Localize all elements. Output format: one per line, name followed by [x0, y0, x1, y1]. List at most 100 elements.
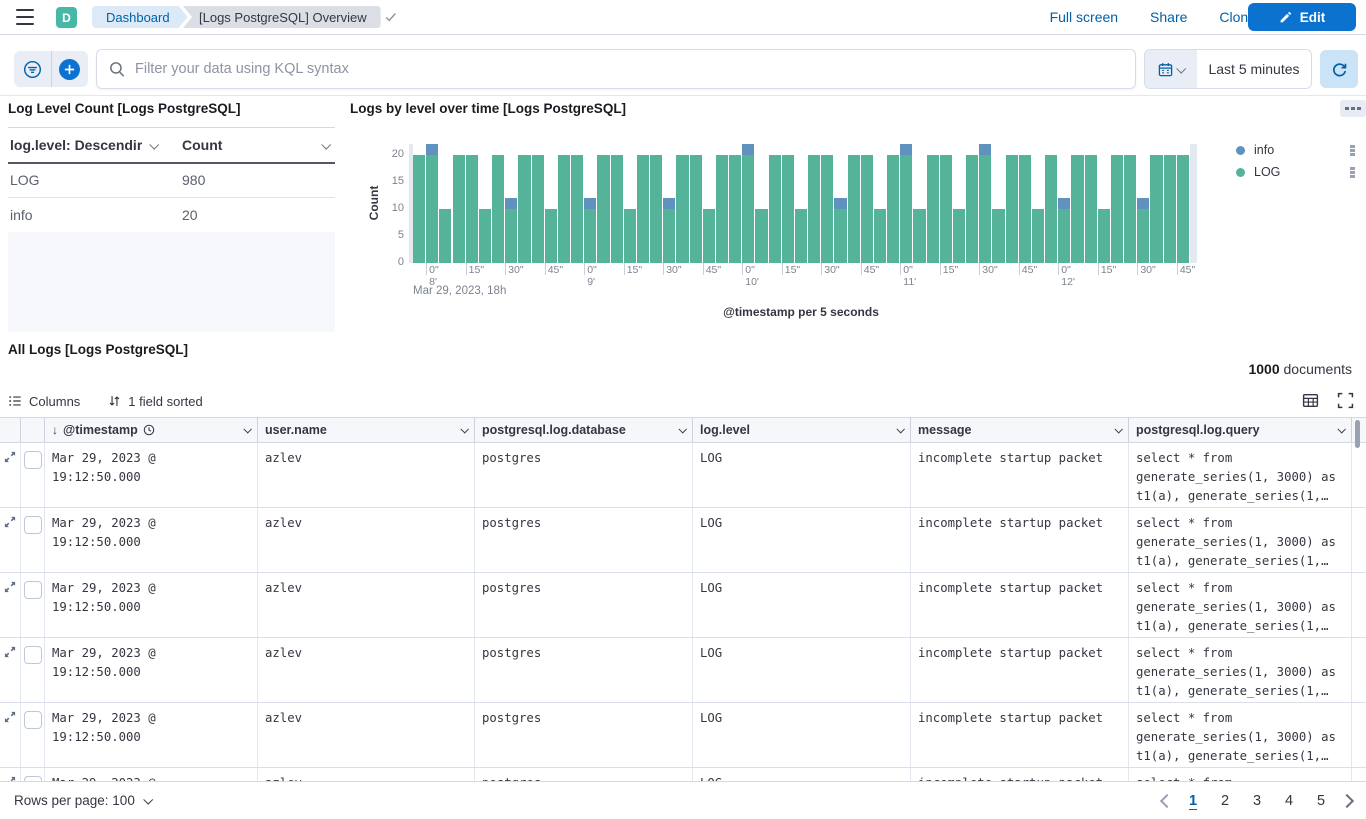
grid-cell[interactable]: Mar 29, 2023 @ 19:12:50.000 — [45, 703, 258, 767]
time-range-value[interactable]: Last 5 minutes — [1197, 50, 1311, 88]
bar-log[interactable] — [1058, 209, 1070, 263]
share-link[interactable]: Share — [1150, 9, 1187, 25]
bar-log[interactable] — [874, 209, 886, 263]
bar-log[interactable] — [611, 155, 623, 263]
grid-column-header-postgresqllogdatabase[interactable]: postgresql.log.database — [475, 418, 693, 442]
count-column-header[interactable]: Count — [182, 137, 335, 153]
space-avatar[interactable]: D — [56, 7, 77, 28]
bar-log[interactable] — [992, 209, 1004, 263]
bar-info[interactable] — [505, 198, 517, 209]
bar-log[interactable] — [624, 209, 636, 263]
field-sorted-button[interactable]: 1 field sorted — [108, 394, 202, 409]
grid-cell[interactable]: Mar 29, 2023 @ 19:12:50.000 — [45, 638, 258, 702]
grid-scrollbar[interactable] — [1355, 420, 1360, 448]
bar-info[interactable] — [426, 144, 438, 155]
grid-cell[interactable]: select * from generate_series(1, 3000) a… — [1129, 638, 1352, 702]
grid-cell[interactable]: select * from generate_series(1, 3000) a… — [1129, 573, 1352, 637]
bar-info[interactable] — [1137, 198, 1149, 209]
bar-log[interactable] — [1177, 155, 1189, 263]
legend-item-menu-icon[interactable] — [1350, 145, 1355, 156]
rows-per-page-button[interactable]: Rows per page: 100 — [14, 793, 151, 808]
bar-info[interactable] — [900, 144, 912, 155]
row-checkbox[interactable] — [24, 516, 42, 534]
grid-column-header-timestamp[interactable]: ↓@timestamp — [45, 418, 258, 442]
page-number-5[interactable]: 5 — [1310, 789, 1332, 813]
grid-cell[interactable]: LOG — [693, 638, 911, 702]
bar-info[interactable] — [979, 144, 991, 155]
expand-row-icon[interactable] — [4, 451, 16, 463]
grid-cell[interactable]: incomplete startup packet — [911, 768, 1129, 781]
bar-log[interactable] — [1164, 155, 1176, 263]
page-number-4[interactable]: 4 — [1278, 789, 1300, 813]
grid-cell[interactable]: incomplete startup packet — [911, 508, 1129, 572]
edit-button[interactable]: Edit — [1248, 3, 1356, 31]
bar-log[interactable] — [571, 155, 583, 263]
bar-log[interactable] — [413, 155, 425, 263]
grid-cell[interactable]: LOG — [693, 573, 911, 637]
saved-filters-button[interactable] — [14, 51, 51, 87]
expand-row-icon[interactable] — [4, 646, 16, 658]
breadcrumb-current[interactable]: [Logs PostgreSQL] Overview — [183, 6, 381, 28]
grid-cell[interactable]: incomplete startup packet — [911, 573, 1129, 637]
grid-cell[interactable]: Mar 29, 2023 @ 19:12:50.000 — [45, 508, 258, 572]
grid-cell[interactable]: select * from generate_series(1, 3000) a… — [1129, 768, 1352, 781]
add-filter-button[interactable] — [51, 51, 89, 87]
bar-log[interactable] — [966, 155, 978, 263]
row-checkbox[interactable] — [24, 581, 42, 599]
bar-log[interactable] — [900, 155, 912, 263]
bar-log[interactable] — [439, 209, 451, 263]
bar-log[interactable] — [426, 155, 438, 263]
page-number-2[interactable]: 2 — [1214, 789, 1236, 813]
grid-cell[interactable]: postgres — [475, 508, 693, 572]
log-level-column-header[interactable]: log.level: Descendir — [8, 137, 182, 153]
bar-log[interactable] — [1150, 155, 1162, 263]
grid-cell[interactable]: azlev — [258, 573, 475, 637]
grid-cell[interactable]: Mar 29, 2023 @ 19:12:50.000 — [45, 768, 258, 781]
expand-row-icon[interactable] — [4, 711, 16, 723]
bar-info[interactable] — [1058, 198, 1070, 209]
bar-log[interactable] — [1071, 155, 1083, 263]
grid-cell[interactable]: azlev — [258, 703, 475, 767]
grid-cell[interactable]: Mar 29, 2023 @ 19:12:50.000 — [45, 573, 258, 637]
bar-log[interactable] — [518, 155, 530, 263]
bar-log[interactable] — [453, 155, 465, 263]
bar-info[interactable] — [663, 198, 675, 209]
bar-log[interactable] — [769, 155, 781, 263]
legend-item[interactable]: LOG — [1236, 165, 1280, 179]
bar-log[interactable] — [848, 155, 860, 263]
bar-log[interactable] — [703, 209, 715, 263]
bar-log[interactable] — [1045, 155, 1057, 263]
bar-log[interactable] — [1124, 155, 1136, 263]
grid-column-header-postgresqllogquery[interactable]: postgresql.log.query — [1129, 418, 1352, 442]
bar-log[interactable] — [584, 209, 596, 263]
fullscreen-icon[interactable] — [1337, 392, 1354, 409]
grid-cell[interactable]: LOG — [693, 443, 911, 507]
grid-cell[interactable]: incomplete startup packet — [911, 638, 1129, 702]
bar-log[interactable] — [1019, 155, 1031, 263]
grid-cell[interactable]: azlev — [258, 638, 475, 702]
bar-log[interactable] — [716, 155, 728, 263]
bar-log[interactable] — [913, 209, 925, 263]
grid-column-header-loglevel[interactable]: log.level — [693, 418, 911, 442]
display-density-icon[interactable] — [1302, 392, 1319, 409]
table-row[interactable]: LOG 980 — [8, 162, 335, 198]
bar-info[interactable] — [742, 144, 754, 155]
bar-log[interactable] — [953, 209, 965, 263]
grid-column-header-message[interactable]: message — [911, 418, 1129, 442]
bar-log[interactable] — [545, 209, 557, 263]
bar-log[interactable] — [795, 209, 807, 263]
grid-cell[interactable]: postgres — [475, 573, 693, 637]
bar-log[interactable] — [940, 155, 952, 263]
bar-log[interactable] — [690, 155, 702, 263]
bar-log[interactable] — [597, 155, 609, 263]
page-number-3[interactable]: 3 — [1246, 789, 1268, 813]
time-picker-calendar-button[interactable] — [1145, 50, 1197, 88]
panel-options-button[interactable] — [1340, 100, 1366, 117]
expand-row-icon[interactable] — [4, 581, 16, 593]
expand-row-icon[interactable] — [4, 516, 16, 528]
bar-log[interactable] — [927, 155, 939, 263]
page-number-1[interactable]: 1 — [1182, 789, 1204, 813]
bar-log[interactable] — [729, 155, 741, 263]
bar-log[interactable] — [1006, 155, 1018, 263]
grid-cell[interactable]: Mar 29, 2023 @ 19:12:50.000 — [45, 443, 258, 507]
